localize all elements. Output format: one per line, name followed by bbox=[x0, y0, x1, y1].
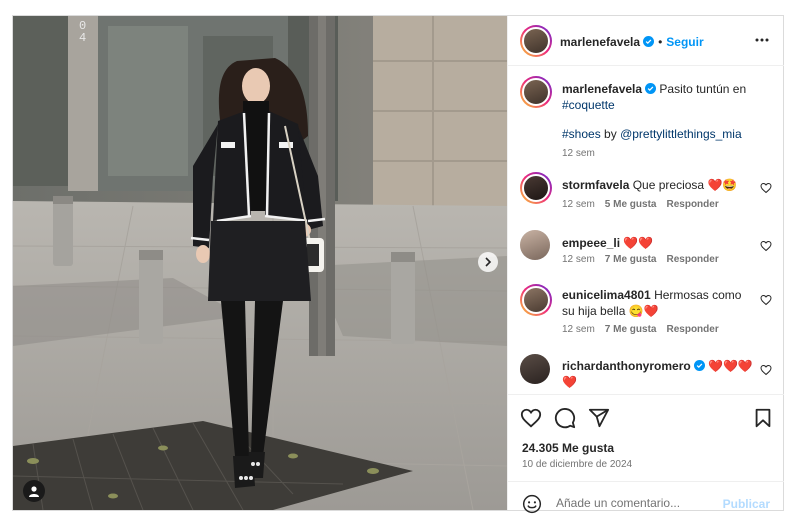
user-tag-button[interactable] bbox=[23, 480, 45, 502]
post-dialog: 04 marlenefavela • Seguir marlenefavela … bbox=[12, 15, 784, 514]
comment-emoji-overflow: ❤️ bbox=[562, 375, 577, 389]
caption-username[interactable]: marlenefavela bbox=[562, 82, 642, 96]
commenter-avatar[interactable] bbox=[520, 284, 552, 316]
mention-link[interactable]: @prettylittlethings_mia bbox=[620, 127, 742, 141]
post-header: marlenefavela • Seguir bbox=[508, 16, 784, 66]
reply-button[interactable]: Responder bbox=[666, 254, 718, 265]
caption-by: by bbox=[604, 127, 617, 141]
comment-like-heart-icon[interactable] bbox=[760, 182, 772, 194]
post-actions: 24.305 Me gusta 10 de diciembre de 2024 … bbox=[508, 394, 784, 514]
comment-input[interactable] bbox=[554, 495, 718, 511]
header-separator: • bbox=[658, 35, 663, 49]
comment-emoji: ❤️🤩 bbox=[707, 178, 738, 192]
comment-time: 12 sem bbox=[562, 254, 595, 265]
caption-time: 12 sem bbox=[562, 148, 595, 159]
commenter-avatar[interactable] bbox=[520, 172, 552, 204]
comment-text: Que preciosa bbox=[632, 178, 705, 192]
post-photo[interactable]: 04 bbox=[13, 16, 507, 510]
author-avatar[interactable] bbox=[520, 25, 552, 57]
next-photo-button[interactable] bbox=[478, 252, 498, 272]
add-comment-bar: Publicar bbox=[508, 481, 784, 528]
more-options-icon[interactable] bbox=[754, 32, 770, 48]
post-side-panel: marlenefavela • Seguir marlenefavela Pasit… bbox=[507, 16, 784, 514]
comment-emoji: 😋❤️ bbox=[628, 304, 659, 318]
share-icon[interactable] bbox=[588, 407, 610, 429]
verified-badge-icon bbox=[645, 83, 657, 94]
comment-time: 12 sem bbox=[562, 199, 595, 210]
like-count[interactable]: 24.305 Me gusta bbox=[522, 441, 614, 455]
publish-button[interactable]: Publicar bbox=[723, 497, 770, 511]
post-date: 10 de diciembre de 2024 bbox=[522, 459, 633, 470]
heart-icon[interactable] bbox=[520, 407, 542, 429]
commenter-username[interactable]: stormfavela bbox=[562, 178, 629, 192]
follow-button[interactable]: Seguir bbox=[666, 35, 703, 49]
verified-badge-icon bbox=[693, 360, 705, 371]
commenter-avatar[interactable] bbox=[520, 354, 550, 384]
user-tag-icon bbox=[29, 486, 39, 497]
caption-text: Pasito tuntún en bbox=[659, 82, 747, 96]
reply-button[interactable]: Responder bbox=[666, 324, 718, 335]
verified-badge-icon bbox=[643, 36, 655, 47]
commenter-username[interactable]: richardanthonyromero bbox=[562, 359, 691, 373]
comment-emoji: ❤️❤️❤️ bbox=[708, 359, 753, 373]
comment-like-count[interactable]: 7 Me gusta bbox=[605, 254, 657, 265]
emoji-icon[interactable] bbox=[522, 494, 542, 514]
building-number: 04 bbox=[79, 19, 87, 45]
caption-avatar[interactable] bbox=[520, 76, 552, 108]
comment-emoji: ❤️❤️ bbox=[623, 236, 654, 250]
hashtag-shoes[interactable]: #shoes bbox=[562, 127, 601, 141]
commenter-username[interactable]: empeee_li bbox=[562, 236, 620, 250]
comment-icon[interactable] bbox=[554, 407, 576, 429]
commenter-username[interactable]: eunicelima4801 bbox=[562, 288, 651, 302]
commenter-avatar[interactable] bbox=[520, 230, 550, 260]
comment-like-count[interactable]: 7 Me gusta bbox=[605, 324, 657, 335]
bookmark-icon[interactable] bbox=[752, 407, 774, 429]
comment-like-heart-icon[interactable] bbox=[760, 240, 772, 252]
comment-like-heart-icon[interactable] bbox=[760, 294, 772, 306]
comment-like-count[interactable]: 5 Me gusta bbox=[605, 199, 657, 210]
chevron-right-icon bbox=[485, 257, 492, 267]
reply-button[interactable]: Responder bbox=[666, 199, 718, 210]
comment-like-heart-icon[interactable] bbox=[760, 364, 772, 376]
hashtag-coquette[interactable]: #coquette bbox=[562, 98, 615, 112]
author-username[interactable]: marlenefavela bbox=[560, 35, 640, 49]
comments-scroll-area[interactable]: marlenefavela Pasito tuntún en #coquette… bbox=[508, 66, 784, 394]
photo-scene bbox=[13, 16, 507, 510]
comment-time: 12 sem bbox=[562, 324, 595, 335]
